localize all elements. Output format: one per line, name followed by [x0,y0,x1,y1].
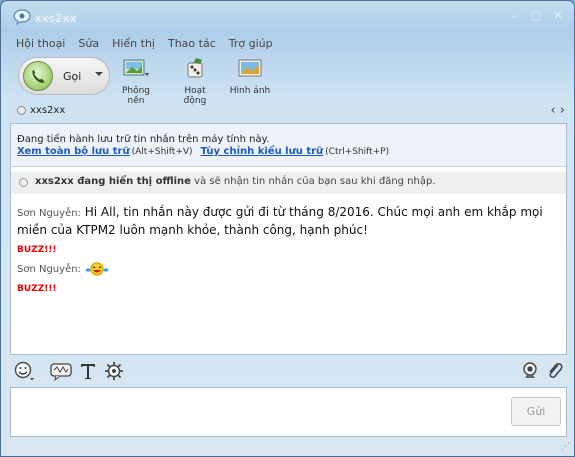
phone-icon [23,61,53,91]
menu-edit[interactable]: Sửa [72,33,106,53]
photos-label: Hình ảnh [229,86,271,96]
archive-notice-text: Đang tiến hành lưu trữ tin nhắn trên máy… [17,134,270,145]
attach-file-icon[interactable] [545,361,565,381]
send-button[interactable]: Gửi [511,397,561,426]
input-toolbar [10,358,567,384]
message-list: Sơn Nguyễn: Hi All, tin nhắn này được gử… [17,204,557,294]
message-text: Hi All, tin nhắn này được gửi đi từ thán… [17,205,543,237]
window-title: xxs2xx [35,12,77,25]
archive-notice: Đang tiến hành lưu trữ tin nhắn trên máy… [11,124,566,167]
photo-icon [238,59,262,77]
window-controls: – □ ✕ [506,9,566,23]
resize-grip-icon[interactable]: ⋰ [561,442,570,452]
emoticon-icon[interactable] [14,361,34,381]
offline-status-icon [17,106,26,115]
menu-bar: Hội thoại Sửa Hiển thị Thao tác Trợ giúp [10,33,567,53]
activities-button[interactable]: Hoạt động [172,57,218,106]
webcam-icon[interactable] [520,361,540,381]
main-toolbar: Gọi Phông nền Hoạt động Hình ảnh [10,53,567,106]
menu-actions[interactable]: Thao tác [162,33,223,53]
font-format-icon[interactable] [78,361,98,381]
plugins-gear-icon[interactable] [104,361,124,381]
menu-conversation[interactable]: Hội thoại [10,33,72,53]
activities-icon [187,58,203,78]
buzz-message: BUZZ!!! [17,245,57,255]
archive-settings-link[interactable]: Tùy chỉnh kiểu lưu trữ [201,146,324,157]
contact-name[interactable]: xxs2xx [30,105,65,116]
menu-view[interactable]: Hiển thị [106,33,162,53]
background-icon [123,59,149,76]
offline-status-icon [19,178,28,187]
contact-bar: xxs2xx ‹ › [10,101,567,121]
maximize-button[interactable]: □ [528,9,544,23]
menu-help[interactable]: Trợ giúp [223,33,280,53]
offline-contact-text: xxs2xx đang hiển thị offline [35,176,191,187]
message-sender: Sơn Nguyễn: [17,264,81,275]
call-label: Gọi [63,70,82,83]
offline-info-text: và sẽ nhận tin nhắn của bạn sau khi đăng… [190,176,436,187]
buzz-message: BUZZ!!! [17,284,57,294]
background-button[interactable]: Phông nền [114,57,158,106]
message: Sơn Nguyễn: [17,260,557,278]
title-bar[interactable]: xxs2xx – □ ✕ [1,1,574,33]
photos-button[interactable]: Hình ảnh [228,57,272,96]
contact-nav-arrows[interactable]: ‹ › [550,103,565,118]
offline-notice: xxs2xx đang hiển thị offline và sẽ nhận … [11,172,566,194]
message-input[interactable]: Gửi [10,387,567,437]
laughing-emoji-icon [85,261,109,276]
message: Sơn Nguyễn: Hi All, tin nhắn này được gử… [17,204,557,239]
minimize-button[interactable]: – [506,9,522,23]
buzz-icon[interactable] [50,361,72,381]
conversation-pane[interactable]: Đang tiến hành lưu trữ tin nhắn trên máy… [10,123,567,355]
call-dropdown-icon[interactable] [95,72,103,76]
messenger-app-icon [13,9,31,25]
view-archive-link[interactable]: Xem toàn bộ lưu trữ [17,146,130,157]
chat-window: xxs2xx – □ ✕ Hội thoại Sửa Hiển thị Thao… [0,0,575,457]
archive-settings-shortcut: (Ctrl+Shift+P) [325,147,390,157]
close-button[interactable]: ✕ [550,9,566,23]
call-button[interactable]: Gọi [18,57,110,95]
message-sender: Sơn Nguyễn: [17,208,81,219]
view-archive-shortcut: (Alt+Shift+V) [131,147,193,157]
